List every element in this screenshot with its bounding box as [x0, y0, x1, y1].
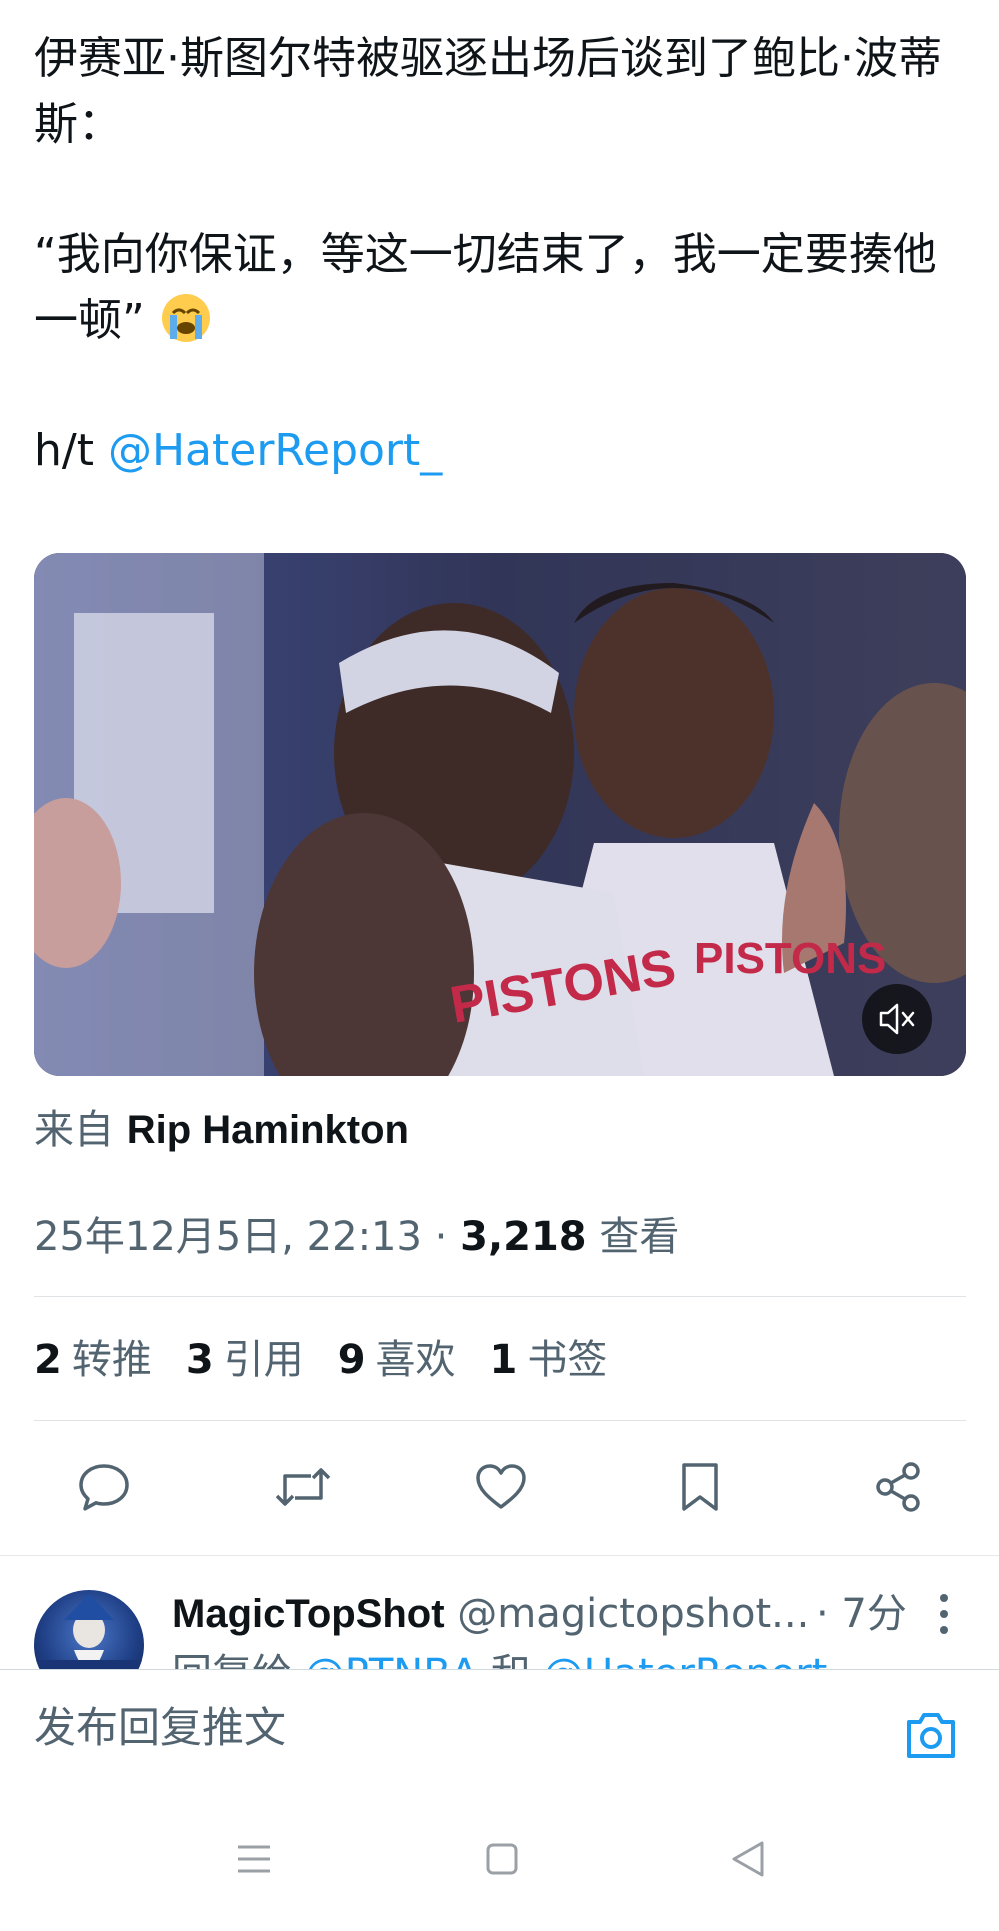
like-icon[interactable]: [469, 1455, 533, 1519]
more-vertical-icon[interactable]: [936, 1592, 952, 1636]
source-name[interactable]: Rip Haminkton: [127, 1108, 409, 1152]
views-count: 3,218: [460, 1214, 587, 1260]
reply-author[interactable]: MagicTopShot @magictopshot...: [172, 1584, 809, 1644]
home-icon[interactable]: [480, 1837, 524, 1881]
reply-item[interactable]: MagicTopShot @magictopshot... · 7分 回复给 @…: [0, 1555, 999, 1670]
stat-likes[interactable]: 9 喜欢: [338, 1330, 456, 1390]
reply-icon[interactable]: [72, 1455, 136, 1519]
reply-author-name: MagicTopShot: [172, 1592, 445, 1636]
stat-bookmarks[interactable]: 1 书签: [490, 1330, 608, 1390]
tweet-text: 伊赛亚·斯图尔特被驱逐出场后谈到了鲍比·波蒂斯： “我向你保证，等这一切结束了，…: [34, 26, 974, 484]
tweet-datetime[interactable]: 25年12月5日, 22:13: [34, 1214, 422, 1260]
tweet-hat-tip: h/t @HaterReport_: [34, 418, 974, 484]
divider: [34, 1420, 966, 1421]
source-label: 来自 Rip Haminkton: [34, 1100, 409, 1160]
mention-link[interactable]: @HaterReport_: [108, 425, 442, 476]
back-icon[interactable]: [728, 1837, 772, 1881]
reply-input[interactable]: 发布回复推文: [34, 1698, 286, 1758]
muted-speaker-icon[interactable]: [862, 984, 932, 1054]
share-icon[interactable]: [866, 1455, 930, 1519]
system-nav-bar: [0, 1793, 999, 1931]
tweet-quote: “我向你保证，等这一切结束了，我一定要揍他一顿”: [34, 222, 974, 354]
reply-author-handle: @magictopshot...: [444, 1591, 810, 1637]
stat-retweets[interactable]: 2 转推: [34, 1330, 152, 1390]
divider: [34, 1296, 966, 1297]
ht-prefix: h/t: [34, 425, 108, 476]
engagement-stats: 2 转推 3 引用 9 喜欢 1 书签: [34, 1330, 607, 1390]
action-bar: [34, 1455, 966, 1519]
video-player[interactable]: PISTONS PISTONS: [34, 553, 966, 1076]
video-frame: PISTONS PISTONS: [34, 553, 966, 1076]
tweet-line-1: 伊赛亚·斯图尔特被驱逐出场后谈到了鲍比·波蒂斯：: [34, 33, 942, 150]
views-label: 查看: [586, 1214, 680, 1260]
menu-icon[interactable]: [232, 1837, 276, 1881]
reply-time: · 7分: [816, 1591, 907, 1637]
retweet-icon[interactable]: [271, 1455, 335, 1519]
stat-quotes[interactable]: 3 引用: [186, 1330, 304, 1390]
avatar[interactable]: [34, 1590, 144, 1670]
tweet-meta: 25年12月5日, 22:13 · 3,218 查看: [34, 1207, 679, 1267]
reply-to-line: 回复给 @PTNBA 和 @HaterReport_: [172, 1644, 847, 1670]
loudly-crying-face-emoji: [159, 291, 213, 345]
camera-icon[interactable]: [904, 1710, 958, 1760]
meta-separator: ·: [421, 1214, 461, 1260]
compose-reply-bar: 发布回复推文: [0, 1669, 999, 1796]
mention-link[interactable]: @HaterReport_: [543, 1651, 847, 1670]
mention-link[interactable]: @PTNBA: [305, 1651, 478, 1670]
source-prefix: 来自: [34, 1107, 127, 1153]
bookmark-icon[interactable]: [668, 1455, 732, 1519]
